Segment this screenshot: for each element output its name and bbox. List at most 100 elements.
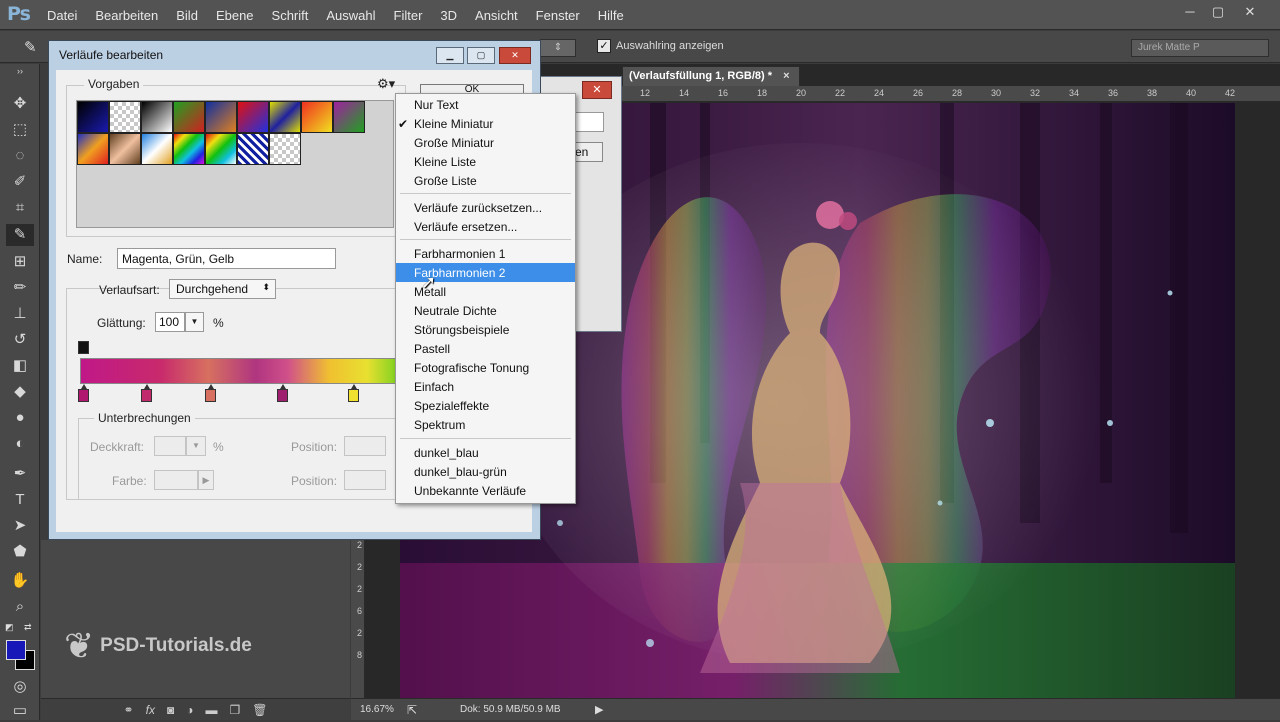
new-group-icon[interactable]: ▬	[205, 703, 217, 717]
delete-layer-icon[interactable]: 🗑	[252, 703, 267, 717]
preset-swatch[interactable]	[141, 133, 173, 165]
minimize-window-icon[interactable]: ─	[1176, 2, 1204, 22]
color-stop[interactable]	[78, 384, 89, 402]
maximize-window-icon[interactable]: ▢	[1204, 2, 1232, 22]
preset-swatch[interactable]	[237, 101, 269, 133]
document-tab[interactable]: (Verlaufsfüllung 1, RGB/8) * ×	[622, 66, 800, 86]
preset-swatch[interactable]	[173, 101, 205, 133]
quick-select-tool-icon[interactable]: ✐	[6, 171, 34, 193]
dodge-tool-icon[interactable]: ◐	[6, 433, 34, 455]
history-brush-tool-icon[interactable]: ↺	[6, 329, 34, 351]
color-arrow-icon[interactable]: ▶	[198, 470, 214, 490]
menu-auswahl[interactable]: Auswahl	[317, 8, 384, 23]
adjustment-layer-icon[interactable]: ◑	[186, 703, 193, 717]
menu-3d[interactable]: 3D	[431, 8, 466, 23]
export-icon[interactable]: ⇱	[407, 703, 417, 717]
preset-swatch[interactable]	[77, 101, 109, 133]
dialog-minimize-icon[interactable]: ▁	[436, 47, 464, 64]
name-input[interactable]	[117, 248, 336, 269]
gradient-fill-button[interactable]: en	[574, 142, 603, 162]
blur-tool-icon[interactable]: ●	[6, 407, 34, 429]
menu-item[interactable]: Große Miniatur	[396, 133, 575, 152]
menu-item[interactable]: Störungsbeispiele	[396, 320, 575, 339]
swap-colors-icon[interactable]: ⇄	[24, 622, 32, 633]
menu-item[interactable]: dunkel_blau-grün	[396, 462, 575, 481]
color-stop[interactable]	[277, 384, 288, 402]
color-stop[interactable]	[141, 384, 152, 402]
brush-tool-icon[interactable]: ✏	[6, 277, 34, 299]
layer-mask-icon[interactable]: ◙	[167, 703, 174, 717]
color-swatch[interactable]	[154, 470, 198, 490]
smoothness-input[interactable]: 100	[155, 312, 185, 332]
show-ring-checkbox[interactable]: ✓	[597, 39, 611, 53]
dialog-close-icon[interactable]: ✕	[499, 47, 531, 64]
menu-item[interactable]: Fotografische Tonung	[396, 358, 575, 377]
opacity-position-input[interactable]	[344, 436, 386, 456]
opacity-stop[interactable]	[78, 341, 89, 354]
menu-item[interactable]: Spezialeffekte	[396, 396, 575, 415]
foreground-color-swatch[interactable]	[6, 640, 26, 660]
opacity-input[interactable]	[154, 436, 186, 456]
menu-item[interactable]: Einfach	[396, 377, 575, 396]
eraser-tool-icon[interactable]: ◧	[6, 355, 34, 377]
menu-hilfe[interactable]: Hilfe	[589, 8, 633, 23]
menu-item[interactable]: Unbekannte Verläufe	[396, 481, 575, 500]
workspace-select[interactable]: Jurek Matte P	[1131, 39, 1269, 57]
default-colors-icon[interactable]: ◩	[5, 622, 14, 633]
menu-item[interactable]: Verläufe ersetzen...	[396, 217, 575, 236]
preset-swatch[interactable]	[141, 101, 173, 133]
stamp-tool-icon[interactable]: ⊥	[6, 303, 34, 325]
menu-fenster[interactable]: Fenster	[527, 8, 589, 23]
screen-mode-icon[interactable]: ▭	[6, 700, 34, 722]
type-tool-icon[interactable]: T	[6, 489, 34, 511]
status-menu-arrow-icon[interactable]: ▶	[595, 703, 603, 716]
gradient-bar[interactable]	[80, 358, 400, 384]
new-layer-icon[interactable]: ❐	[229, 703, 240, 717]
preset-swatch[interactable]	[333, 101, 365, 133]
zoom-tool-icon[interactable]: ⌕	[6, 596, 34, 618]
menu-item[interactable]: Neutrale Dichte	[396, 301, 575, 320]
preset-swatch[interactable]	[237, 133, 269, 165]
menu-item[interactable]: Kleine Liste	[396, 152, 575, 171]
link-layers-icon[interactable]: ⚭	[124, 703, 134, 717]
pen-tool-icon[interactable]: ✒	[6, 463, 34, 485]
sample-size-select[interactable]: ⇕	[540, 39, 576, 57]
smoothness-dropdown-icon[interactable]: ▼	[185, 312, 204, 332]
menu-item[interactable]: Verläufe zurücksetzen...	[396, 198, 575, 217]
menu-item[interactable]: dunkel_blau	[396, 443, 575, 462]
menu-item[interactable]: Farbharmonien 1	[396, 244, 575, 263]
menu-bearbeiten[interactable]: Bearbeiten	[86, 8, 167, 23]
menu-schrift[interactable]: Schrift	[263, 8, 318, 23]
gradient-fill-close-button[interactable]: ✕	[582, 81, 612, 99]
preset-swatch[interactable]	[77, 133, 109, 165]
preset-swatch[interactable]	[269, 101, 301, 133]
preset-swatch[interactable]	[109, 133, 141, 165]
lasso-tool-icon[interactable]: ◌	[6, 145, 34, 167]
opacity-dropdown-icon[interactable]: ▼	[186, 436, 206, 456]
menu-item[interactable]: Nur Text	[396, 95, 575, 114]
gradient-type-select[interactable]: Durchgehend ⬍	[169, 279, 276, 299]
eyedropper-tool-icon[interactable]: ✎	[6, 224, 34, 246]
quick-mask-icon[interactable]: ◎	[6, 676, 34, 698]
menu-item[interactable]: Pastell	[396, 339, 575, 358]
menu-item[interactable]: Große Liste	[396, 171, 575, 190]
paint-bucket-tool-icon[interactable]: ◆	[6, 381, 34, 403]
menu-filter[interactable]: Filter	[385, 8, 432, 23]
path-selection-tool-icon[interactable]: ➤	[6, 515, 34, 537]
preset-swatch[interactable]	[269, 133, 301, 165]
dialog-maximize-icon[interactable]: ▢	[467, 47, 495, 64]
color-stop[interactable]	[348, 384, 359, 402]
collapse-panel-icon[interactable]: ››	[6, 66, 34, 76]
preset-swatch[interactable]	[205, 101, 237, 133]
color-stop[interactable]	[205, 384, 216, 402]
close-tab-icon[interactable]: ×	[783, 70, 789, 82]
layer-style-icon[interactable]: fx	[146, 703, 155, 717]
preset-swatch[interactable]	[109, 101, 141, 133]
move-tool-icon[interactable]: ✥	[6, 93, 34, 115]
preset-swatch[interactable]	[301, 101, 333, 133]
marquee-tool-icon[interactable]: ⬚	[6, 119, 34, 141]
color-position-input[interactable]	[344, 470, 386, 490]
menu-item[interactable]: Kleine Miniatur	[396, 114, 575, 133]
hand-tool-icon[interactable]: ✋	[6, 570, 34, 592]
gradient-fill-field[interactable]	[574, 112, 604, 132]
